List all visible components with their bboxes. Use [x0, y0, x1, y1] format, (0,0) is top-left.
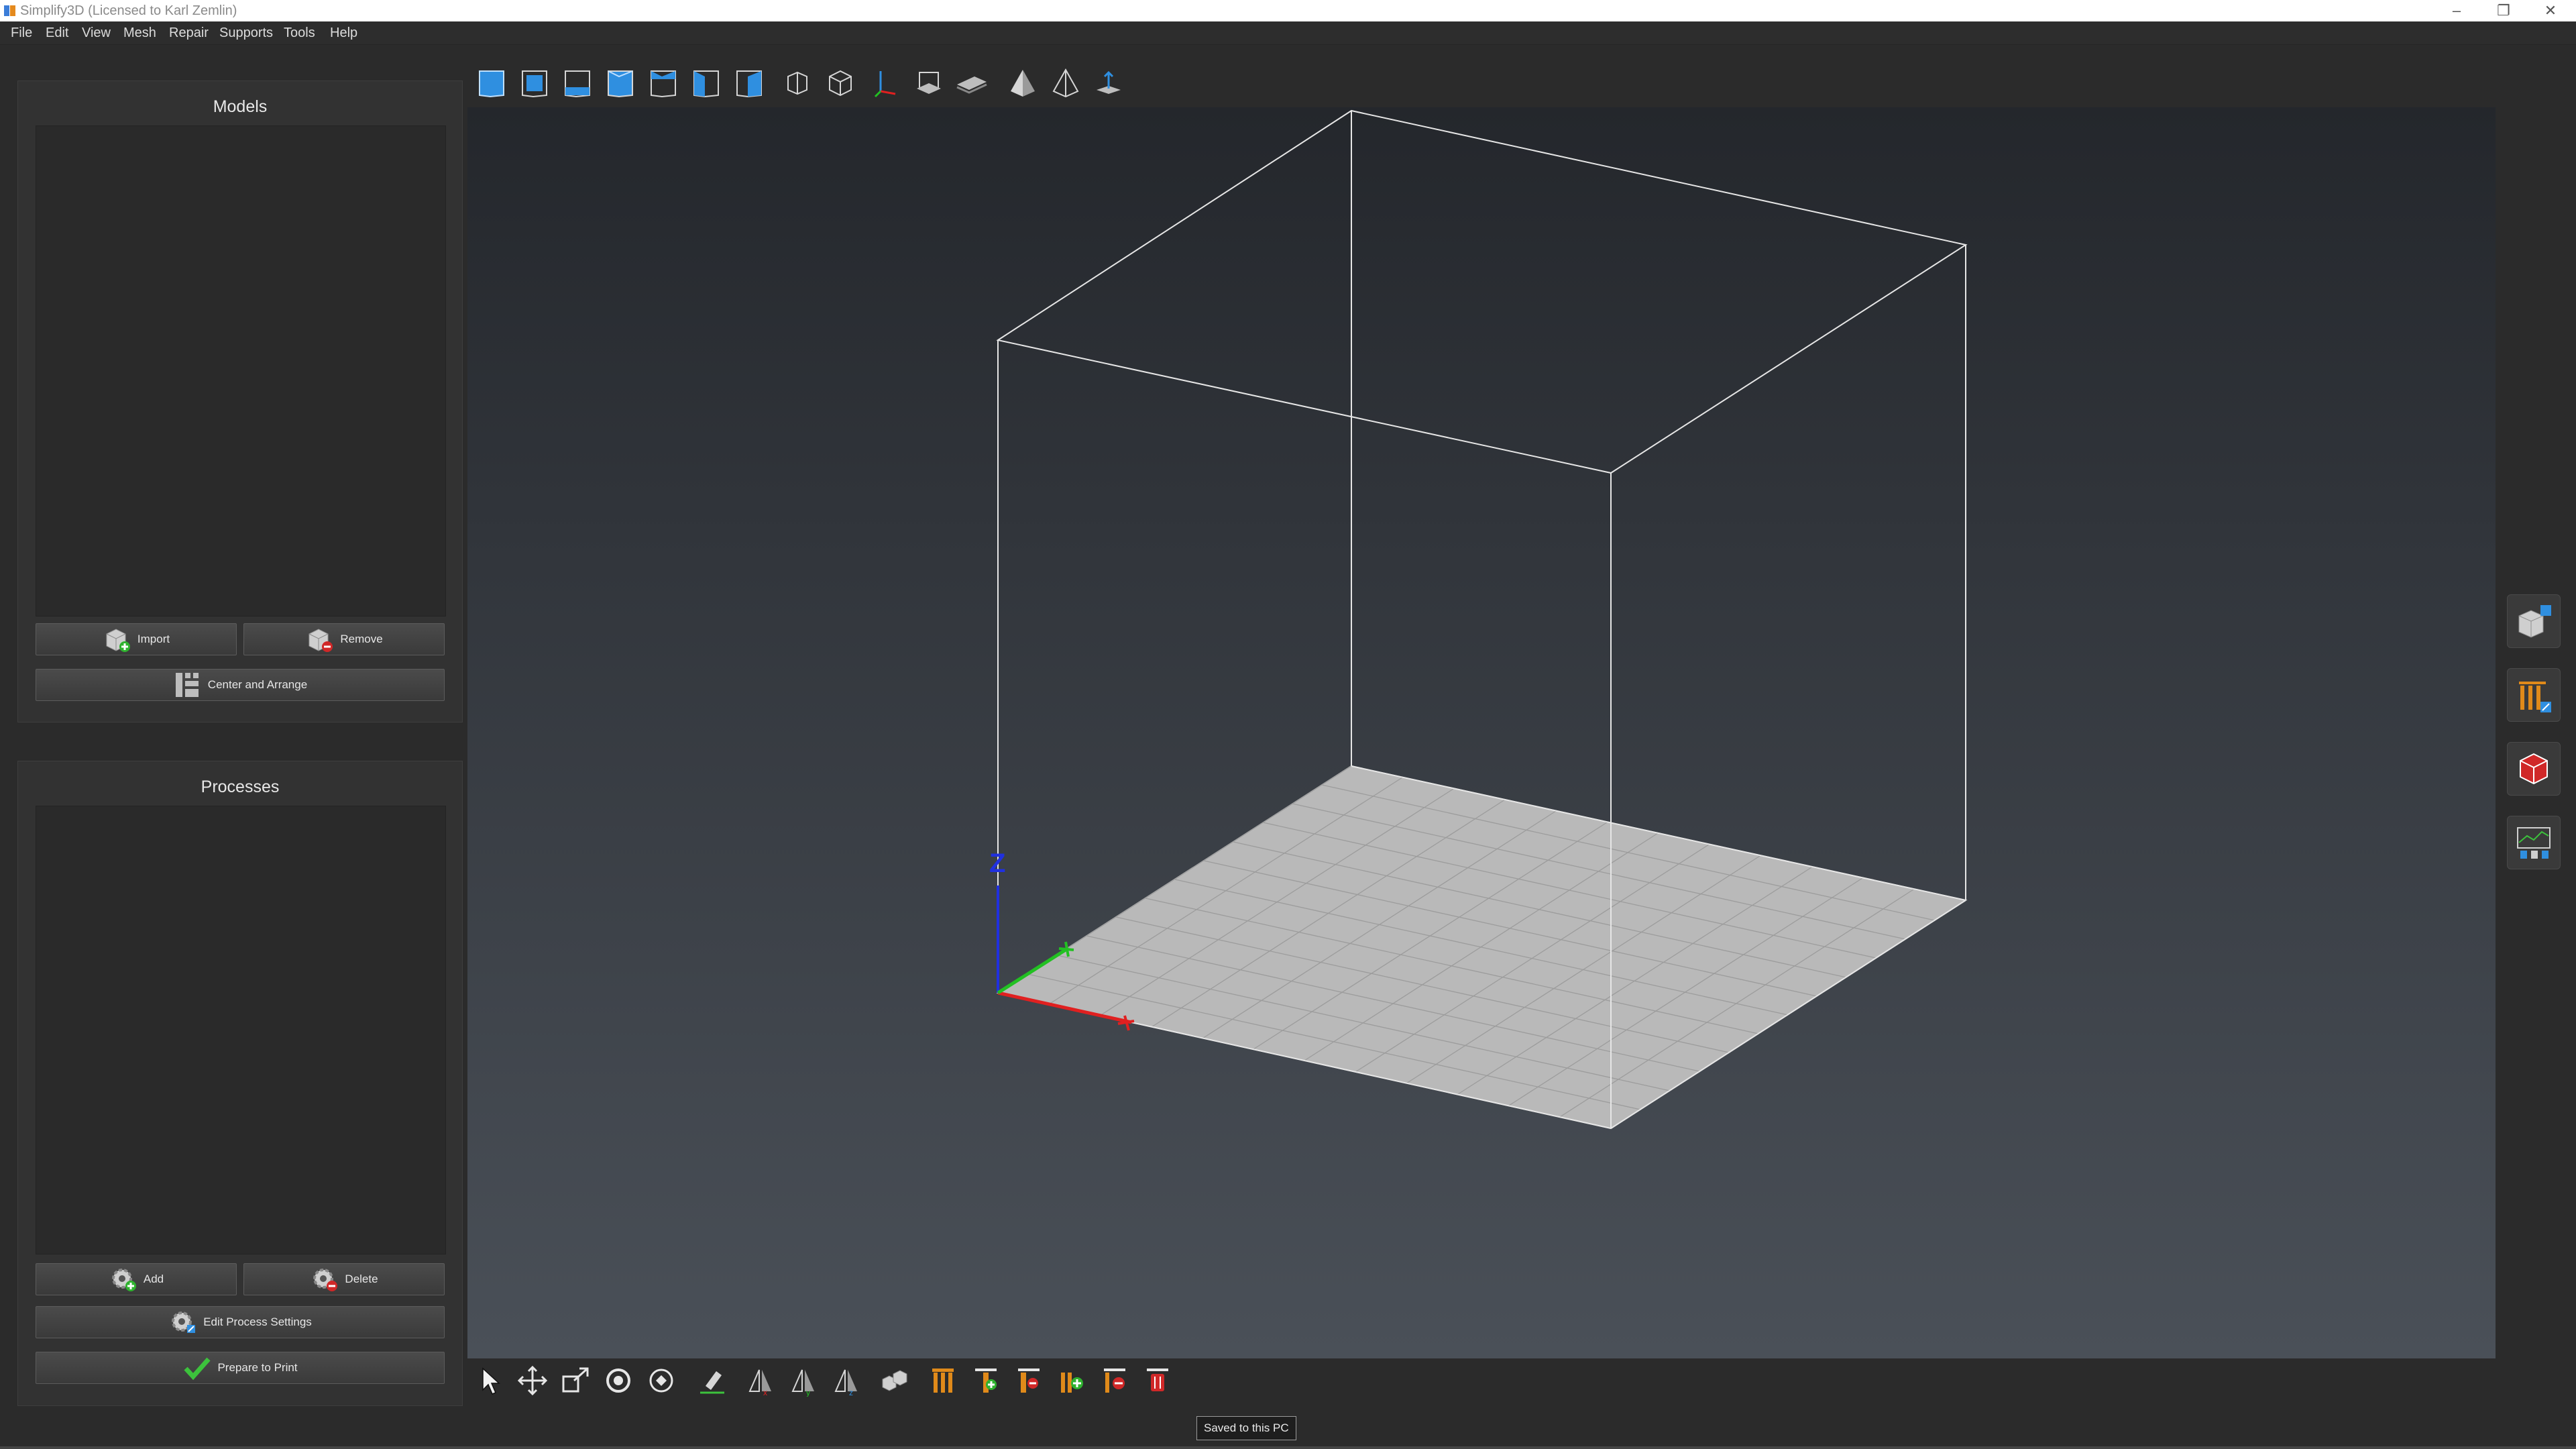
app-logo-icon: [4, 5, 15, 16]
edit-process-settings-label: Edit Process Settings: [203, 1316, 312, 1328]
svg-text:y: y: [806, 1388, 810, 1397]
mirror-z-icon[interactable]: z: [828, 1362, 865, 1399]
view-left-icon[interactable]: [602, 64, 639, 102]
support-generate-icon[interactable]: [924, 1362, 962, 1399]
duplicate-model-icon[interactable]: [876, 1362, 913, 1399]
add-process-label: Add: [143, 1273, 164, 1285]
menu-mesh[interactable]: Mesh: [123, 25, 156, 41]
menu-edit[interactable]: Edit: [46, 25, 68, 41]
import-button[interactable]: Import: [36, 623, 237, 655]
edit-process-icon: [172, 1311, 196, 1333]
remove-model-icon: [309, 629, 333, 652]
variable-settings-icon[interactable]: [2507, 742, 2561, 796]
view-back-icon[interactable]: [559, 64, 596, 102]
mirror-y-icon[interactable]: y: [785, 1362, 822, 1399]
prepare-to-print-button[interactable]: Prepare to Print: [36, 1352, 445, 1384]
move-tool-icon[interactable]: [514, 1362, 551, 1399]
view-top-icon[interactable]: [687, 64, 725, 102]
menu-tools[interactable]: Tools: [284, 25, 315, 41]
menu-bar: File Edit View Mesh Repair Supports Tool…: [0, 21, 2576, 45]
models-list[interactable]: [36, 125, 446, 616]
center-and-arrange-button[interactable]: Center and Arrange: [36, 669, 445, 701]
view-right-icon[interactable]: [645, 64, 682, 102]
model-settings-icon[interactable]: [2507, 594, 2561, 648]
checkmark-icon: [184, 1357, 211, 1381]
select-tool-icon[interactable]: [471, 1362, 508, 1399]
support-clear-icon[interactable]: [1139, 1362, 1176, 1399]
menu-view[interactable]: View: [82, 25, 111, 41]
processes-panel-title: Processes: [201, 777, 280, 796]
menu-help[interactable]: Help: [330, 25, 357, 41]
restore-button[interactable]: ❐: [2480, 0, 2527, 21]
close-button[interactable]: ✕: [2527, 0, 2574, 21]
prepare-to-print-label: Prepare to Print: [217, 1361, 298, 1374]
cutaway-plane-icon[interactable]: [1090, 64, 1127, 102]
scale-tool-icon[interactable]: [557, 1362, 594, 1399]
center-arrange-icon: [175, 673, 199, 697]
delete-process-label: Delete: [345, 1273, 378, 1285]
svg-text:z: z: [849, 1388, 853, 1397]
perspective-icon[interactable]: [779, 64, 816, 102]
status-tooltip: Saved to this PC: [1196, 1416, 1296, 1440]
cross-section-icon[interactable]: [1047, 64, 1084, 102]
delete-process-icon: [313, 1269, 338, 1291]
support-add-icon[interactable]: [967, 1362, 1005, 1399]
place-face-icon[interactable]: [693, 1362, 731, 1399]
view-default-icon[interactable]: [473, 64, 510, 102]
menu-repair[interactable]: Repair: [169, 25, 209, 41]
menu-file[interactable]: File: [11, 25, 32, 41]
build-platform-icon[interactable]: [953, 64, 991, 102]
support-settings-icon[interactable]: [2507, 668, 2561, 722]
import-button-label: Import: [137, 633, 170, 645]
center-and-arrange-label: Center and Arrange: [207, 678, 308, 691]
view-front-icon[interactable]: [516, 64, 553, 102]
add-process-icon: [111, 1269, 136, 1291]
processes-list[interactable]: [36, 806, 446, 1254]
models-panel: Models Import Remove Center and Arrange: [17, 80, 463, 722]
view-rotate-icon[interactable]: [642, 1362, 680, 1399]
support-remove-all-icon[interactable]: [1096, 1362, 1133, 1399]
remove-button-label: Remove: [340, 633, 383, 645]
support-remove-icon[interactable]: [1010, 1362, 1048, 1399]
view-bottom-icon[interactable]: [730, 64, 768, 102]
remove-button[interactable]: Remove: [243, 623, 445, 655]
edit-process-settings-button[interactable]: Edit Process Settings: [36, 1306, 445, 1338]
window-title: Simplify3D (Licensed to Karl Zemlin): [20, 3, 237, 18]
support-add-all-icon[interactable]: [1053, 1362, 1090, 1399]
rotate-tool-icon[interactable]: [600, 1362, 637, 1399]
minimize-button[interactable]: –: [2433, 0, 2480, 21]
delete-process-button[interactable]: Delete: [243, 1263, 445, 1295]
axes-toggle-icon[interactable]: [867, 64, 905, 102]
orthographic-icon[interactable]: [822, 64, 859, 102]
build-volume-scene: [996, 109, 1968, 1130]
machine-control-icon[interactable]: [2507, 816, 2561, 869]
add-process-button[interactable]: Add: [36, 1263, 237, 1295]
models-panel-title: Models: [213, 97, 268, 116]
3d-viewport[interactable]: Z: [467, 107, 2496, 1358]
title-bar: Simplify3D (Licensed to Karl Zemlin) – ❐…: [0, 0, 2576, 21]
window-bottom-border: [0, 1446, 2576, 1449]
menu-supports[interactable]: Supports: [219, 25, 273, 41]
section-view-icon[interactable]: [1004, 64, 1042, 102]
z-axis-label: Z: [989, 849, 1006, 878]
mirror-x-icon[interactable]: x: [742, 1362, 779, 1399]
processes-panel: Processes Add Delete Edit Process Settin…: [17, 761, 463, 1406]
svg-text:x: x: [763, 1388, 767, 1397]
build-volume-icon[interactable]: [910, 64, 948, 102]
import-model-icon: [106, 629, 130, 652]
